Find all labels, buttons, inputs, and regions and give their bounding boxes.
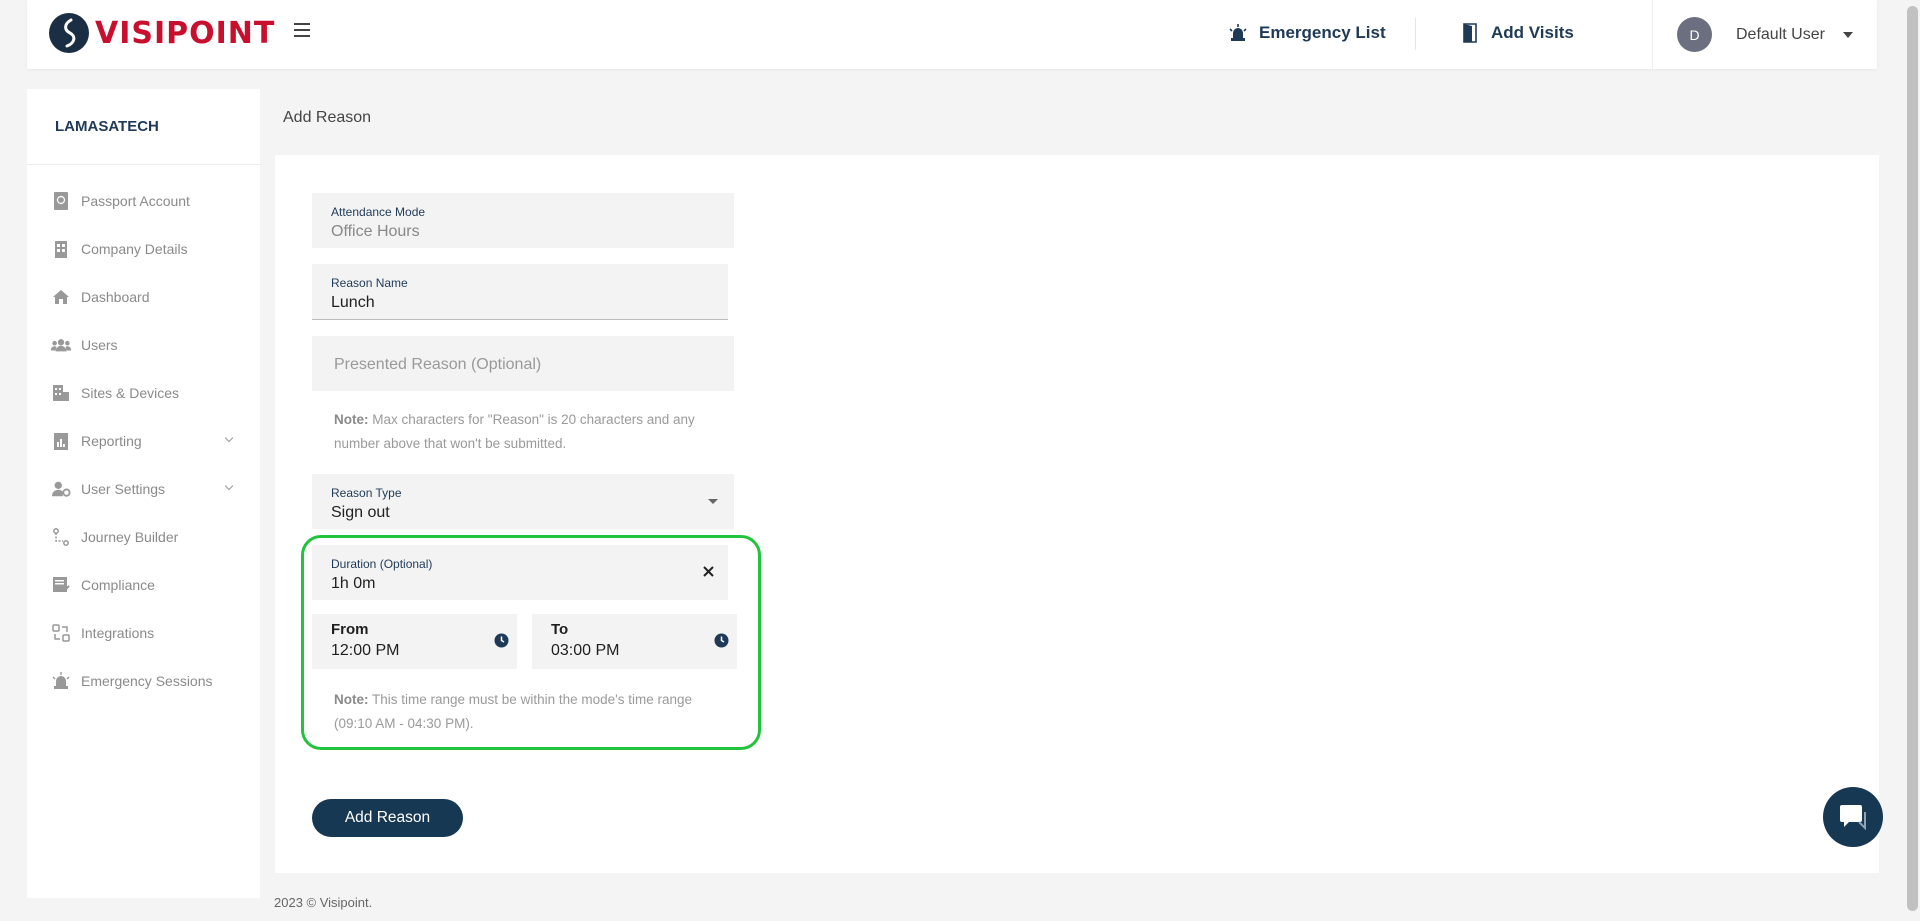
sidebar-item-reporting[interactable]: Reporting [27,417,260,465]
users-icon [51,335,71,355]
to-value: 03:00 PM [551,642,620,659]
reason-name-label: Reason Name [331,276,408,290]
organization-name: LAMASATECH [27,89,260,165]
chevron-down-icon [224,481,234,491]
note-text: (09:10 AM - 04:30 PM). [334,716,474,731]
clear-icon[interactable] [703,564,714,582]
sidebar-item-sites-devices[interactable]: Sites & Devices [27,369,260,417]
attendance-mode-label: Attendance Mode [331,205,426,219]
sidebar-item-label: Compliance [81,577,155,593]
sidebar-item-label: Company Details [81,241,188,257]
from-value: 12:00 PM [331,642,400,659]
sidebar-item-label: Dashboard [81,289,150,305]
passport-icon [51,191,71,211]
sidebar-item-label: Integrations [81,625,155,641]
clock-icon[interactable] [494,633,509,653]
logo-text: VISIPOINT [95,15,276,51]
reason-type-select[interactable]: Reason Type Sign out [312,474,734,529]
note-text: Max characters for "Reason" is 20 charac… [368,412,695,427]
sidebar-item-compliance[interactable]: Compliance [27,561,260,609]
chevron-down-icon [224,433,234,443]
time-range-note: Note: This time range must be within the… [334,688,692,736]
sidebar-item-label: Passport Account [81,193,190,209]
duration-label: Duration (Optional) [331,557,433,571]
reason-name-value: Lunch [331,294,375,311]
add-visits-label: Add Visits [1491,23,1574,42]
sidebar-item-passport-account[interactable]: Passport Account [27,177,260,225]
building-icon [51,239,71,259]
note-text: This time range must be within the mode'… [368,692,692,707]
sites-icon [51,383,71,403]
user-settings-icon [51,479,71,499]
page-title: Add Reason [283,109,372,126]
note-label: Note: [334,412,369,427]
siren-icon [51,671,71,691]
siren-icon [1227,22,1249,44]
caret-down-icon [1843,32,1853,38]
header-divider [1415,18,1416,50]
door-icon [1459,22,1481,44]
note-label: Note: [334,692,369,707]
sidebar-nav: Passport Account Company Details Dashboa… [27,165,260,705]
presented-reason-placeholder: Presented Reason (Optional) [334,356,542,373]
add-reason-button[interactable]: Add Reason [312,799,463,837]
sidebar-item-label: Sites & Devices [81,385,180,401]
duration-field[interactable]: Duration (Optional) 1h 0m [312,545,728,600]
sidebar-item-label: Emergency Sessions [81,673,213,689]
sidebar: LAMASATECH Passport Account Company Deta… [27,89,260,898]
emergency-list-label: Emergency List [1259,23,1386,42]
reason-length-note: Note: Max characters for "Reason" is 20 … [334,408,695,456]
visipoint-logo[interactable]: VISIPOINT [49,13,275,53]
journey-icon [51,527,71,547]
compliance-icon [51,575,71,595]
sidebar-item-label: Users [81,337,118,353]
from-label: From [331,621,369,638]
menu-toggle-icon[interactable] [294,23,310,37]
sidebar-item-users[interactable]: Users [27,321,260,369]
integrations-icon [51,623,71,643]
home-icon [51,287,71,307]
scrollbar-thumb[interactable] [1907,6,1918,911]
logo-mark-icon [49,13,89,53]
sidebar-item-journey-builder[interactable]: Journey Builder [27,513,260,561]
sidebar-item-label: User Settings [81,481,166,497]
from-time-picker[interactable]: From 12:00 PM [312,614,517,669]
clock-icon[interactable] [714,633,729,653]
sidebar-item-dashboard[interactable]: Dashboard [27,273,260,321]
presented-reason-input[interactable]: Presented Reason (Optional) [312,336,734,391]
user-menu[interactable]: D Default User [1652,0,1877,69]
reason-type-label: Reason Type [331,486,402,500]
chat-button[interactable] [1823,787,1883,847]
sidebar-item-label: Journey Builder [81,529,179,545]
footer-copyright: 2023 © Visipoint. [274,895,373,910]
sidebar-item-label: Reporting [81,433,142,449]
top-header: VISIPOINT Emergency List Add Visits D De… [27,0,1877,69]
reason-type-value: Sign out [331,504,390,521]
to-label: To [551,621,569,638]
attendance-mode-value: Office Hours [331,223,420,240]
to-time-picker[interactable]: To 03:00 PM [532,614,737,669]
sidebar-item-emergency-sessions[interactable]: Emergency Sessions [27,657,260,705]
report-icon [51,431,71,451]
emergency-list-link[interactable]: Emergency List [1227,22,1386,44]
note-text: number above that won't be submitted. [334,436,567,451]
chat-icon [1840,805,1866,830]
reason-name-field[interactable]: Reason Name Lunch [312,264,728,320]
sidebar-item-company-details[interactable]: Company Details [27,225,260,273]
add-visits-link[interactable]: Add Visits [1459,22,1574,44]
sidebar-item-integrations[interactable]: Integrations [27,609,260,657]
duration-value: 1h 0m [331,575,376,592]
avatar: D [1677,17,1712,52]
attendance-mode-field[interactable]: Attendance Mode Office Hours [312,193,734,248]
user-name: Default User [1736,25,1825,43]
caret-down-icon [708,499,718,504]
sidebar-item-user-settings[interactable]: User Settings [27,465,260,513]
